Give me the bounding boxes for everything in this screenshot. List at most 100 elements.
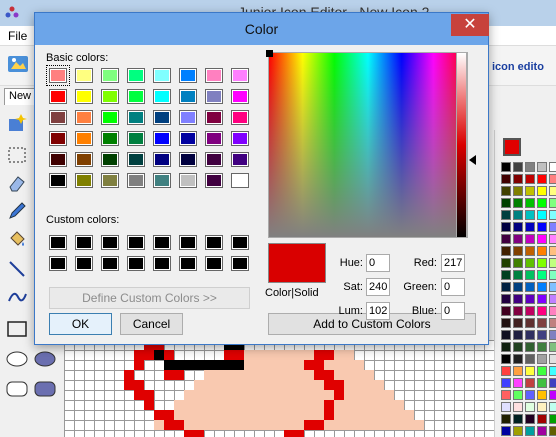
rounded-rect-outline-tool[interactable] bbox=[4, 376, 30, 402]
palette-swatch[interactable] bbox=[513, 270, 523, 280]
palette-swatch[interactable] bbox=[537, 198, 547, 208]
custom-color-swatch[interactable] bbox=[179, 235, 197, 250]
palette-swatch[interactable] bbox=[513, 390, 523, 400]
palette-swatch[interactable] bbox=[549, 174, 556, 184]
basic-color-swatch[interactable] bbox=[205, 131, 223, 146]
palette-swatch[interactable] bbox=[513, 174, 523, 184]
palette-swatch[interactable] bbox=[549, 282, 556, 292]
palette-swatch[interactable] bbox=[537, 246, 547, 256]
menu-file[interactable]: File bbox=[8, 29, 27, 43]
palette-swatch[interactable] bbox=[537, 294, 547, 304]
palette-swatch[interactable] bbox=[501, 198, 511, 208]
palette-swatch[interactable] bbox=[537, 282, 547, 292]
palette-swatch[interactable] bbox=[549, 354, 556, 364]
basic-color-swatch[interactable] bbox=[127, 131, 145, 146]
basic-color-swatch[interactable] bbox=[205, 173, 223, 188]
palette-swatch[interactable] bbox=[549, 390, 556, 400]
palette-swatch[interactable] bbox=[549, 318, 556, 328]
palette-swatch[interactable] bbox=[501, 282, 511, 292]
palette-swatch[interactable] bbox=[513, 198, 523, 208]
basic-color-swatch[interactable] bbox=[205, 152, 223, 167]
palette-swatch[interactable] bbox=[513, 354, 523, 364]
custom-color-swatch[interactable] bbox=[205, 256, 223, 271]
basic-color-swatch[interactable] bbox=[231, 152, 249, 167]
palette-swatch[interactable] bbox=[513, 330, 523, 340]
palette-swatch[interactable] bbox=[501, 342, 511, 352]
palette-swatch[interactable] bbox=[501, 270, 511, 280]
palette-swatch[interactable] bbox=[525, 258, 535, 268]
palette-swatch[interactable] bbox=[549, 330, 556, 340]
palette-swatch[interactable] bbox=[513, 162, 523, 172]
palette-swatch[interactable] bbox=[549, 378, 556, 388]
palette-swatch[interactable] bbox=[501, 378, 511, 388]
palette-swatch[interactable] bbox=[537, 162, 547, 172]
palette-swatch[interactable] bbox=[537, 378, 547, 388]
palette-swatch[interactable] bbox=[513, 366, 523, 376]
select-rect-tool[interactable] bbox=[4, 142, 30, 168]
basic-color-swatch[interactable] bbox=[153, 89, 171, 104]
palette-swatch[interactable] bbox=[513, 318, 523, 328]
custom-color-swatch[interactable] bbox=[49, 235, 67, 250]
basic-color-swatch[interactable] bbox=[127, 152, 145, 167]
palette-swatch[interactable] bbox=[549, 258, 556, 268]
palette-swatch[interactable] bbox=[513, 306, 523, 316]
palette-swatch[interactable] bbox=[513, 414, 523, 424]
palette-swatch[interactable] bbox=[501, 174, 511, 184]
palette-swatch[interactable] bbox=[537, 306, 547, 316]
palette-swatch[interactable] bbox=[513, 402, 523, 412]
basic-color-swatch[interactable] bbox=[231, 68, 249, 83]
custom-color-swatch[interactable] bbox=[179, 256, 197, 271]
green-field[interactable]: 0 bbox=[441, 278, 465, 296]
palette-swatch[interactable] bbox=[537, 258, 547, 268]
drawing-canvas[interactable] bbox=[64, 340, 494, 437]
palette-swatch[interactable] bbox=[513, 378, 523, 388]
custom-color-swatch[interactable] bbox=[75, 235, 93, 250]
palette-swatch[interactable] bbox=[501, 330, 511, 340]
palette-swatch[interactable] bbox=[549, 186, 556, 196]
basic-color-swatch[interactable] bbox=[153, 110, 171, 125]
palette-swatch[interactable] bbox=[525, 270, 535, 280]
palette-swatch[interactable] bbox=[525, 234, 535, 244]
palette-swatch[interactable] bbox=[525, 366, 535, 376]
basic-color-swatch[interactable] bbox=[101, 110, 119, 125]
basic-color-swatch[interactable] bbox=[231, 89, 249, 104]
basic-color-swatch[interactable] bbox=[75, 173, 93, 188]
palette-swatch[interactable] bbox=[501, 186, 511, 196]
palette-swatch[interactable] bbox=[501, 414, 511, 424]
basic-color-swatch[interactable] bbox=[101, 68, 119, 83]
basic-color-swatch[interactable] bbox=[153, 131, 171, 146]
palette-swatch[interactable] bbox=[501, 354, 511, 364]
palette-swatch[interactable] bbox=[501, 258, 511, 268]
palette-swatch[interactable] bbox=[537, 186, 547, 196]
editor-logo-icon[interactable] bbox=[6, 52, 30, 76]
palette-swatch[interactable] bbox=[537, 390, 547, 400]
palette-swatch[interactable] bbox=[549, 426, 556, 436]
custom-color-swatch[interactable] bbox=[127, 256, 145, 271]
palette-swatch[interactable] bbox=[513, 222, 523, 232]
basic-color-swatch[interactable] bbox=[205, 89, 223, 104]
palette-swatch[interactable] bbox=[549, 402, 556, 412]
line-tool[interactable] bbox=[4, 256, 30, 282]
palette-swatch[interactable] bbox=[525, 306, 535, 316]
palette-swatch[interactable] bbox=[513, 186, 523, 196]
palette-swatch[interactable] bbox=[525, 390, 535, 400]
palette-swatch[interactable] bbox=[501, 246, 511, 256]
custom-color-swatch[interactable] bbox=[101, 256, 119, 271]
palette-swatch[interactable] bbox=[549, 366, 556, 376]
basic-color-swatch[interactable] bbox=[127, 173, 145, 188]
palette-swatch[interactable] bbox=[525, 246, 535, 256]
basic-color-swatch[interactable] bbox=[153, 152, 171, 167]
basic-color-swatch[interactable] bbox=[101, 131, 119, 146]
current-color-swatch[interactable] bbox=[503, 138, 521, 156]
palette-swatch[interactable] bbox=[501, 318, 511, 328]
custom-color-swatch[interactable] bbox=[205, 235, 223, 250]
basic-color-swatch[interactable] bbox=[49, 152, 67, 167]
rectangle-tool[interactable] bbox=[4, 316, 30, 342]
luminosity-slider[interactable] bbox=[456, 52, 467, 238]
sat-field[interactable]: 240 bbox=[366, 278, 390, 296]
ok-button[interactable]: OK bbox=[49, 313, 112, 335]
palette-swatch[interactable] bbox=[525, 354, 535, 364]
basic-color-swatch[interactable] bbox=[205, 110, 223, 125]
dialog-titlebar[interactable]: Color ✕ bbox=[35, 13, 489, 45]
basic-color-swatch[interactable] bbox=[49, 173, 67, 188]
